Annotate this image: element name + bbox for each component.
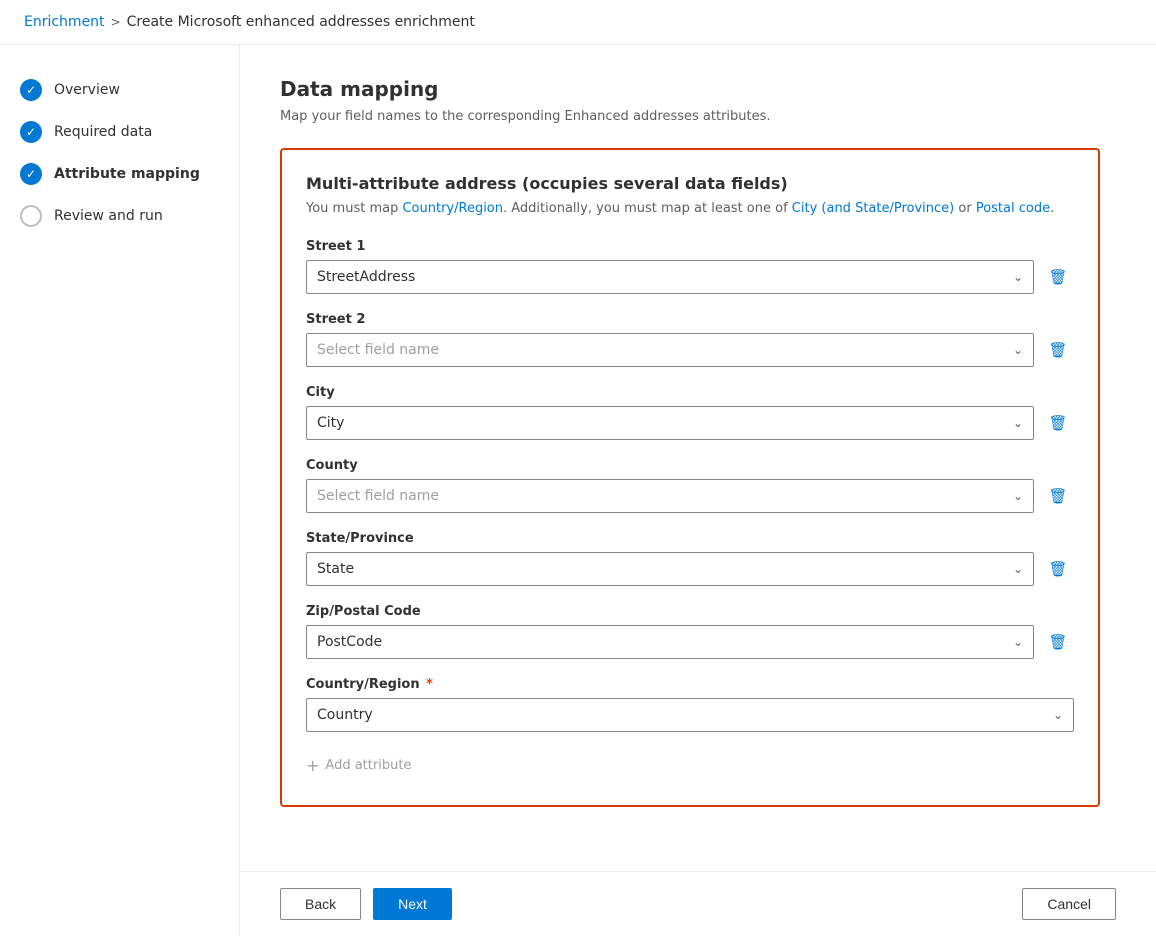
field-select-zip[interactable]: PostCode ⌄	[306, 625, 1034, 659]
field-label-city: City	[306, 385, 1074, 400]
card-description: You must map Country/Region. Additionall…	[306, 199, 1074, 219]
field-label-county: County	[306, 458, 1074, 473]
sidebar-label-required-data: Required data	[54, 124, 152, 140]
add-attribute-button: + Add attribute	[306, 750, 1074, 781]
desc-link-city[interactable]: City (and State/Province)	[792, 201, 954, 216]
mapping-card: Multi-attribute address (occupies severa…	[280, 148, 1100, 807]
field-row-county: Select field name ⌄ 🗑	[306, 479, 1074, 513]
field-row-city: City ⌄ 🗑	[306, 406, 1074, 440]
desc-suffix: .	[1050, 201, 1054, 216]
field-group-state: State/Province State ⌄ 🗑	[306, 531, 1074, 586]
field-value-city: City	[317, 415, 344, 431]
breadcrumb-separator: >	[111, 15, 121, 29]
sidebar: ✓ Overview ✓ Required data ✓ Attribute m…	[0, 45, 240, 936]
next-button[interactable]: Next	[373, 888, 452, 920]
sidebar-label-review-run: Review and run	[54, 208, 163, 224]
add-attribute-label: Add attribute	[325, 758, 411, 773]
sidebar-label-attribute-mapping: Attribute mapping	[54, 166, 200, 182]
sidebar-item-attribute-mapping[interactable]: ✓ Attribute mapping	[0, 153, 239, 195]
sidebar-item-review-run[interactable]: Review and run	[0, 195, 239, 237]
footer-bar: Back Next Cancel	[240, 871, 1156, 936]
chevron-down-icon: ⌄	[1013, 489, 1023, 503]
sidebar-label-overview: Overview	[54, 82, 120, 98]
field-group-country: Country/Region * Country ⌄	[306, 677, 1074, 732]
field-value-street1: StreetAddress	[317, 269, 415, 285]
footer-left: Back Next	[280, 888, 452, 920]
card-title: Multi-attribute address (occupies severa…	[306, 174, 1074, 193]
step-circle-required-data: ✓	[20, 121, 42, 143]
field-value-zip: PostCode	[317, 634, 382, 650]
step-circle-review-run	[20, 205, 42, 227]
page-title: Data mapping	[280, 77, 1116, 101]
sidebar-item-required-data[interactable]: ✓ Required data	[0, 111, 239, 153]
field-label-street1: Street 1	[306, 239, 1074, 254]
breadcrumb-link[interactable]: Enrichment	[24, 14, 105, 30]
chevron-down-icon: ⌄	[1013, 270, 1023, 284]
chevron-down-icon: ⌄	[1013, 562, 1023, 576]
field-placeholder-street2: Select field name	[317, 342, 439, 358]
field-placeholder-county: Select field name	[317, 488, 439, 504]
field-group-street2: Street 2 Select field name ⌄ 🗑	[306, 312, 1074, 367]
field-group-zip: Zip/Postal Code PostCode ⌄ 🗑	[306, 604, 1074, 659]
field-value-state: State	[317, 561, 354, 577]
field-select-country[interactable]: Country ⌄	[306, 698, 1074, 732]
field-row-state: State ⌄ 🗑	[306, 552, 1074, 586]
field-label-street2: Street 2	[306, 312, 1074, 327]
field-select-street1[interactable]: StreetAddress ⌄	[306, 260, 1034, 294]
delete-state-button[interactable]: 🗑	[1042, 553, 1074, 585]
breadcrumb: Enrichment > Create Microsoft enhanced a…	[0, 0, 1156, 45]
cancel-button[interactable]: Cancel	[1022, 888, 1116, 920]
field-row-street2: Select field name ⌄ 🗑	[306, 333, 1074, 367]
field-row-street1: StreetAddress ⌄ 🗑	[306, 260, 1074, 294]
page-subtitle: Map your field names to the correspondin…	[280, 109, 1116, 124]
field-select-county[interactable]: Select field name ⌄	[306, 479, 1034, 513]
delete-county-button[interactable]: 🗑	[1042, 480, 1074, 512]
field-row-zip: PostCode ⌄ 🗑	[306, 625, 1074, 659]
chevron-down-icon: ⌄	[1013, 343, 1023, 357]
delete-city-button[interactable]: 🗑	[1042, 407, 1074, 439]
field-group-street1: Street 1 StreetAddress ⌄ 🗑	[306, 239, 1074, 294]
field-select-street2[interactable]: Select field name ⌄	[306, 333, 1034, 367]
field-label-state: State/Province	[306, 531, 1074, 546]
plus-icon: +	[306, 756, 319, 775]
chevron-down-icon: ⌄	[1013, 416, 1023, 430]
delete-street1-button[interactable]: 🗑	[1042, 261, 1074, 293]
field-select-city[interactable]: City ⌄	[306, 406, 1034, 440]
field-group-county: County Select field name ⌄ 🗑	[306, 458, 1074, 513]
field-label-country: Country/Region *	[306, 677, 1074, 692]
step-circle-attribute-mapping: ✓	[20, 163, 42, 185]
breadcrumb-current: Create Microsoft enhanced addresses enri…	[127, 14, 475, 30]
desc-or: or	[954, 201, 976, 216]
field-row-country: Country ⌄	[306, 698, 1074, 732]
step-circle-overview: ✓	[20, 79, 42, 101]
field-required-marker: *	[422, 677, 433, 692]
field-value-country: Country	[317, 707, 373, 723]
chevron-down-icon: ⌄	[1013, 635, 1023, 649]
chevron-down-icon: ⌄	[1053, 708, 1063, 722]
sidebar-item-overview[interactable]: ✓ Overview	[0, 69, 239, 111]
delete-zip-button[interactable]: 🗑	[1042, 626, 1074, 658]
desc-link-postal[interactable]: Postal code	[976, 201, 1050, 216]
field-select-state[interactable]: State ⌄	[306, 552, 1034, 586]
field-group-city: City City ⌄ 🗑	[306, 385, 1074, 440]
field-label-zip: Zip/Postal Code	[306, 604, 1074, 619]
back-button[interactable]: Back	[280, 888, 361, 920]
desc-prefix: You must map	[306, 201, 402, 216]
desc-mid: . Additionally, you must map at least on…	[503, 201, 792, 216]
desc-link-country[interactable]: Country/Region	[402, 201, 503, 216]
delete-street2-button[interactable]: 🗑	[1042, 334, 1074, 366]
